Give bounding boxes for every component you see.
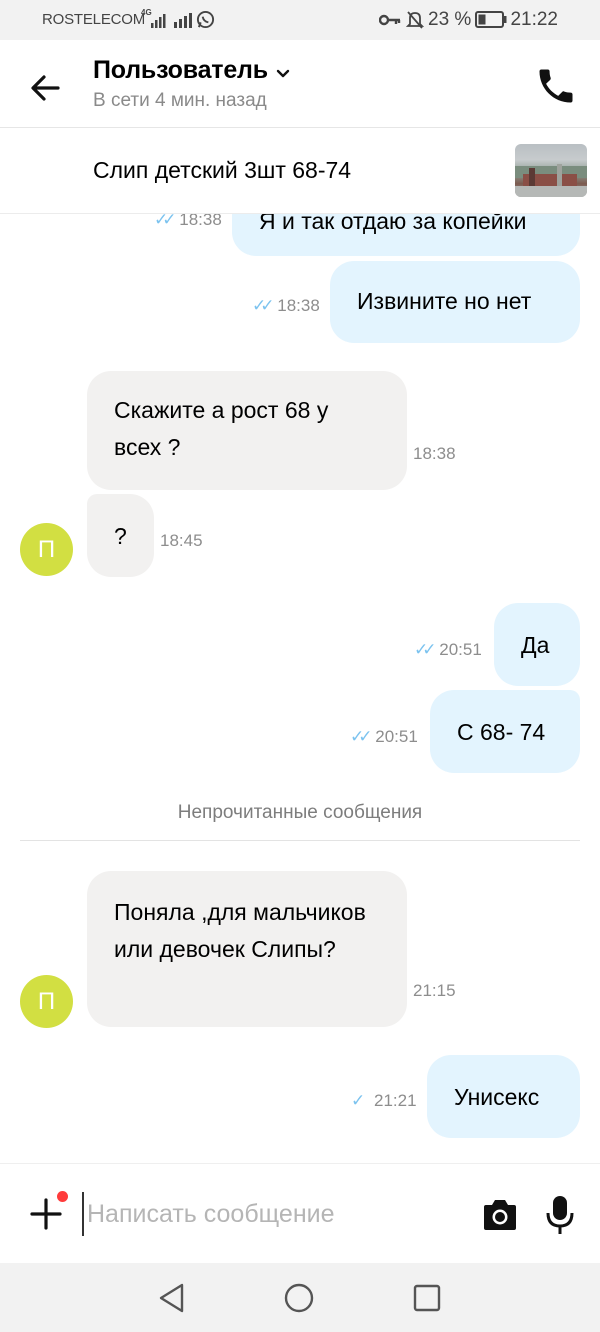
chevron-down-icon xyxy=(277,69,290,77)
message-text: Скажите а рост 68 у всех ? xyxy=(114,397,329,460)
nav-recents-button[interactable] xyxy=(413,1284,441,1312)
message-composer xyxy=(0,1163,600,1264)
avatar[interactable]: П xyxy=(20,975,73,1028)
message-meta: ✓✓ 20:51 xyxy=(414,640,482,659)
message-list[interactable]: ✓✓ 18:38 Я и так отдаю за копейки ✓✓ 18:… xyxy=(0,213,600,1163)
call-button[interactable] xyxy=(534,64,578,108)
divider-line xyxy=(20,840,580,841)
phone-icon xyxy=(539,69,573,103)
message-meta: ✓✓ 18:38 xyxy=(252,296,320,315)
whatsapp-icon xyxy=(196,10,215,29)
plus-icon xyxy=(30,1198,62,1230)
message-text: ? xyxy=(114,523,127,549)
message-bubble-incoming[interactable]: ? xyxy=(87,494,154,577)
microphone-icon xyxy=(546,1196,574,1234)
microphone-button[interactable] xyxy=(545,1195,575,1235)
message-text: С 68- 74 xyxy=(457,719,546,745)
message-bubble-outgoing[interactable]: Я и так отдаю за копейки xyxy=(232,213,580,256)
message-bubble-incoming[interactable]: Скажите а рост 68 у всех ? xyxy=(87,371,407,490)
message-bubble-outgoing[interactable]: Извините но нет xyxy=(330,261,580,343)
back-button[interactable] xyxy=(22,64,70,112)
online-status: В сети 4 мин. назад xyxy=(93,90,267,111)
message-bubble-outgoing[interactable]: Да xyxy=(494,603,580,686)
chat-header: Пользователь В сети 4 мин. назад xyxy=(0,40,600,128)
mute-bell-icon xyxy=(406,11,424,29)
battery-percent: 23 % xyxy=(428,9,472,30)
status-bar: ROSTELECOM 4G 23 % 21:22 xyxy=(0,0,600,40)
circle-home-icon xyxy=(284,1283,314,1313)
attach-button[interactable] xyxy=(28,1196,64,1232)
message-time: 18:45 xyxy=(160,531,203,550)
key-icon xyxy=(379,14,401,26)
nav-home-button[interactable] xyxy=(284,1283,314,1313)
nav-back-button[interactable] xyxy=(157,1282,187,1314)
message-bubble-outgoing[interactable]: С 68- 74 xyxy=(430,690,580,773)
message-text: Унисекс xyxy=(454,1084,540,1110)
listing-thumbnail[interactable] xyxy=(515,144,587,197)
message-time: 21:15 xyxy=(413,981,456,1000)
signal-2-icon xyxy=(174,13,192,28)
message-time: 18:38 xyxy=(413,444,456,463)
contact-name: Пользователь xyxy=(93,56,268,84)
listing-bar[interactable]: Слип детский 3шт 68-74 xyxy=(0,128,600,214)
back-arrow-icon xyxy=(31,75,60,101)
message-text: Поняла ,для мальчиков или девочек Слипы? xyxy=(114,899,366,962)
notification-dot xyxy=(57,1191,68,1202)
avatar[interactable]: П xyxy=(20,523,73,576)
double-check-icon: ✓✓ xyxy=(252,296,274,315)
message-bubble-incoming[interactable]: Поняла ,для мальчиков или девочек Слипы? xyxy=(87,871,407,1027)
battery-icon xyxy=(475,11,507,28)
square-recents-icon xyxy=(413,1284,441,1312)
signal-icon xyxy=(151,14,166,28)
double-check-icon: ✓✓ xyxy=(350,727,372,746)
message-meta: ✓✓ 20:51 xyxy=(350,727,418,746)
clock: 21:22 xyxy=(510,9,558,30)
triangle-back-icon xyxy=(159,1283,184,1313)
double-check-icon: ✓✓ xyxy=(414,640,436,659)
double-check-icon: ✓✓ xyxy=(154,213,176,229)
message-input[interactable] xyxy=(82,1192,467,1236)
unread-divider: Непрочитанные сообщения xyxy=(177,802,423,823)
camera-button[interactable] xyxy=(481,1198,519,1232)
message-meta: ✓ 21:21 xyxy=(351,1091,417,1110)
camera-icon xyxy=(484,1200,516,1230)
message-text: Извините но нет xyxy=(357,288,532,314)
contact-name-button[interactable]: Пользователь xyxy=(93,56,291,85)
system-nav-bar xyxy=(0,1263,600,1332)
carrier-label: ROSTELECOM xyxy=(42,11,146,28)
message-meta: ✓✓ 18:38 xyxy=(154,213,222,230)
single-check-icon: ✓ xyxy=(351,1091,366,1110)
message-bubble-outgoing[interactable]: Унисекс xyxy=(427,1055,580,1138)
message-text: Я и так отдаю за копейки xyxy=(259,213,527,234)
message-text: Да xyxy=(521,632,550,658)
listing-title: Слип детский 3шт 68-74 xyxy=(93,157,352,183)
